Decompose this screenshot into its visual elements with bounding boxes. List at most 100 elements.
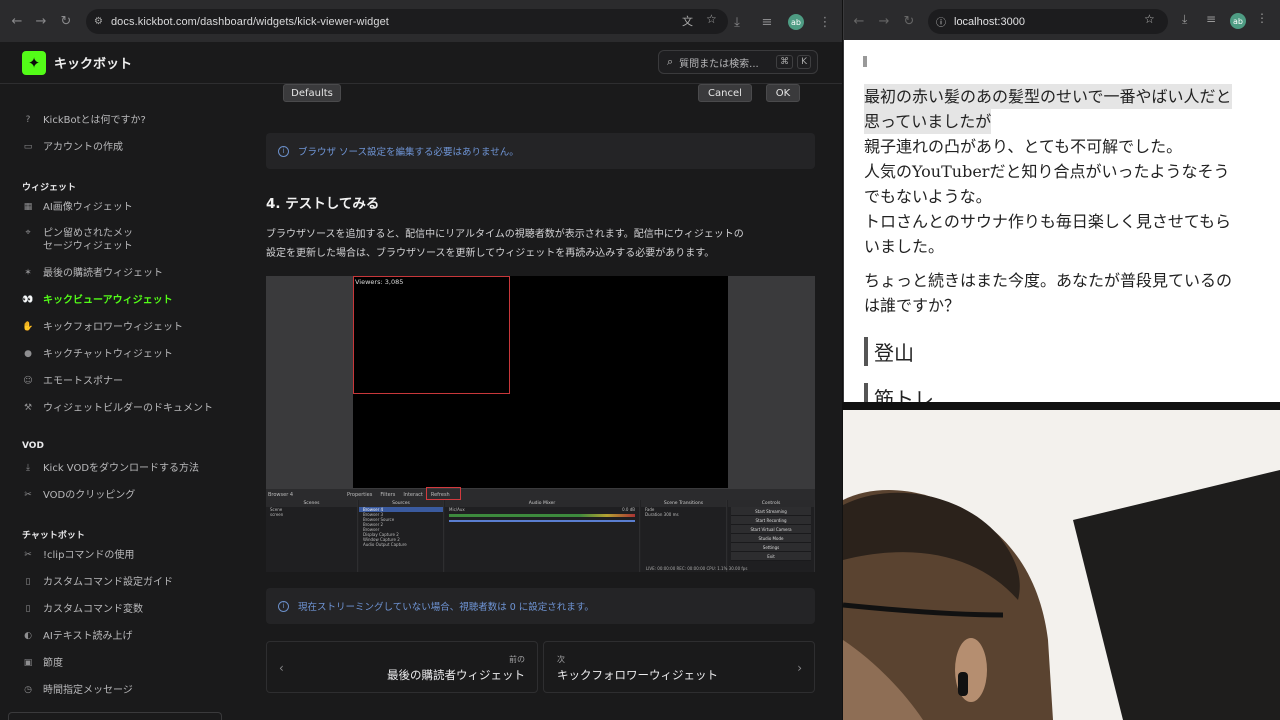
shield-icon: ▣ bbox=[23, 657, 33, 668]
blog-text-line: トロさんとのサウナ作りも毎日楽しく見させてもら bbox=[864, 212, 1232, 231]
previous-page-link[interactable]: ‹ 前の 最後の購読者ウィジェット bbox=[266, 641, 538, 693]
sidebar-item-last-subscriber-widget[interactable]: ✶ 最後の購読者ウィジェット bbox=[22, 267, 163, 280]
obs-screenshot: Viewers: 3,085 Browser 4 Properties Filt… bbox=[266, 276, 815, 572]
sidebar-item-label: ピン留めされたメッ セージウィジェット bbox=[43, 228, 133, 252]
emote-icon: ☺ bbox=[23, 375, 33, 386]
sidebar-item-widget-builder-docs[interactable]: ⚒ ウィジェットビルダーのドキュメント bbox=[22, 402, 213, 415]
refresh-highlight bbox=[426, 487, 461, 500]
site-info-icon[interactable]: ⚙ bbox=[94, 16, 103, 27]
sidebar-item-create-account[interactable]: ▭ アカウントの作成 bbox=[22, 141, 123, 154]
kickbot-logo-icon[interactable]: ✦ bbox=[22, 51, 46, 75]
prev-label: 前の bbox=[509, 655, 525, 664]
bookmark-star-icon[interactable]: ☆ bbox=[706, 12, 717, 26]
defaults-button[interactable]: Defaults bbox=[283, 84, 341, 102]
sidebar-item-label: !clipコマンドの使用 bbox=[43, 550, 135, 561]
obs-controls-dock: Controls Start Streaming Start Recording… bbox=[728, 500, 815, 572]
obs-control-button: Start Streaming bbox=[731, 507, 811, 516]
browser-actions: ⤓ ≡ ab ⋮ bbox=[728, 11, 834, 33]
profile-avatar[interactable]: ab bbox=[1230, 13, 1246, 29]
sidebar-item-kick-follower-widget[interactable]: ✋ キックフォロワーウィジェット bbox=[22, 321, 183, 334]
address-bar[interactable]: ⚙ docs.kickbot.com/dashboard/widgets/kic… bbox=[86, 9, 728, 34]
sidebar-item-timed-messages[interactable]: ◷ 時間指定メッセージ bbox=[22, 684, 133, 697]
pin-icon: ⌖ bbox=[25, 227, 31, 238]
blog-text-line: いました。 bbox=[864, 237, 945, 256]
search-input[interactable]: ⌕ 質問または検索... ⌘ K bbox=[658, 50, 818, 74]
obs-selection-box bbox=[353, 276, 510, 394]
blog-text-line: でもないような。 bbox=[864, 187, 992, 206]
sidebar-item-label: ウィジェットビルダーのドキュメント bbox=[43, 403, 213, 414]
sidebar-item-label: エモートスポナー bbox=[43, 376, 123, 387]
sidebar-item-label: 節度 bbox=[43, 658, 63, 669]
browser-toolbar: ← → ↻ ⚙ docs.kickbot.com/dashboard/widge… bbox=[0, 0, 842, 42]
cmd-key: ⌘ bbox=[776, 55, 794, 69]
chat-icon: ● bbox=[24, 348, 32, 359]
sidebar-item-moderation[interactable]: ▣ 節度 bbox=[22, 657, 63, 670]
obs-dock-title: Scene Transitions bbox=[641, 500, 726, 507]
obs-mixer-track: Mic/Aux 0.0 dB bbox=[449, 507, 635, 512]
sidebar-item-ai-image-widget[interactable]: ▦ AI画像ウィジェット bbox=[22, 201, 133, 214]
address-bar[interactable]: ⓘ localhost:3000 bbox=[928, 9, 1168, 34]
obs-control-button: Settings bbox=[731, 543, 811, 552]
sidebar-item-emote-spawner[interactable]: ☺ エモートスポナー bbox=[22, 375, 123, 388]
translate-icon[interactable]: 文 bbox=[682, 13, 693, 29]
forward-arrow-icon[interactable]: → bbox=[873, 10, 895, 32]
prev-title: 最後の購読者ウィジェット bbox=[387, 668, 525, 682]
build-icon: ⚒ bbox=[23, 402, 33, 413]
forward-arrow-icon[interactable]: → bbox=[30, 10, 52, 32]
sidebar-item-kick-chat-widget[interactable]: ● キックチャットウィジェット bbox=[22, 348, 173, 361]
sidebar-item-pinned-message-widget[interactable]: ⌖ ピン留めされたメッ セージウィジェット bbox=[22, 227, 133, 253]
next-page-link[interactable]: 次 キックフォロワーウィジェット › bbox=[543, 641, 815, 693]
site-info-icon[interactable]: ⓘ bbox=[936, 14, 946, 29]
info-icon: i bbox=[278, 145, 289, 157]
sidebar-item-ai-tts[interactable]: ◐ AIテキスト読み上げ bbox=[22, 630, 133, 643]
reading-list-icon[interactable]: ≡ bbox=[758, 11, 776, 33]
sidebar-item-download-vod[interactable]: ⤓ Kick VODをダウンロードする方法 bbox=[22, 462, 199, 475]
brand-name[interactable]: キックボット bbox=[54, 53, 132, 72]
cut-heading-bar bbox=[863, 56, 867, 67]
download-icon[interactable]: ⤓ bbox=[728, 11, 746, 33]
url-text: docs.kickbot.com/dashboard/widgets/kick-… bbox=[110, 15, 389, 28]
sidebar-item-what-is-kickbot[interactable]: ? KickBotとは何ですか? bbox=[22, 114, 146, 127]
sidebar-item-label: 最後の購読者ウィジェット bbox=[43, 268, 163, 279]
search-icon: ⌕ bbox=[667, 55, 674, 68]
obs-audio-mixer-dock: Audio Mixer Mic/Aux 0.0 dB bbox=[445, 500, 640, 572]
sidebar-item-clip-command[interactable]: ✂ !clipコマンドの使用 bbox=[22, 549, 134, 562]
info-callout: i 現在ストリーミングしていない場合、視聴者数は 0 に設定されます。 bbox=[266, 588, 815, 624]
obs-dock-title: Sources bbox=[359, 500, 443, 507]
next-title: キックフォロワーウィジェット bbox=[557, 668, 718, 682]
sidebar-item-label: AIテキスト読み上げ bbox=[43, 631, 133, 642]
sidebar-item-kick-viewer-widget[interactable]: 👀 キックビューアウィジェット bbox=[22, 294, 172, 307]
download-icon[interactable]: ⤓ bbox=[1182, 12, 1187, 27]
reload-icon[interactable]: ↻ bbox=[898, 10, 920, 32]
blog-text-line: 思っていましたが bbox=[864, 109, 992, 134]
doc-icon: ▯ bbox=[25, 576, 31, 587]
bookmark-star-icon[interactable]: ☆ bbox=[1144, 12, 1155, 26]
clock-icon: ◷ bbox=[24, 684, 32, 695]
obs-control-button: Exit bbox=[731, 552, 811, 561]
back-arrow-icon[interactable]: ← bbox=[6, 10, 28, 32]
reading-list-icon[interactable]: ≡ bbox=[1206, 12, 1216, 26]
speaker-icon: ◐ bbox=[24, 630, 32, 641]
obs-control-button: Start Virtual Camera bbox=[731, 525, 811, 534]
star-icon: ✶ bbox=[24, 267, 32, 278]
profile-avatar[interactable]: ab bbox=[788, 14, 804, 30]
reload-icon[interactable]: ↻ bbox=[55, 10, 77, 32]
blog-text-line: 最初の赤い髪のあの髪型のせいで一番やばい人だと bbox=[864, 84, 1232, 109]
sidebar-item-vod-clipping[interactable]: ✂ VODのクリッピング bbox=[22, 489, 135, 502]
cancel-button[interactable]: Cancel bbox=[698, 84, 752, 102]
menu-kebab-icon[interactable]: ⋮ bbox=[816, 11, 834, 33]
blog-text-line: ちょっと続きはまた今度。あなたが普段見ているの bbox=[864, 271, 1233, 290]
sidebar-item-label: Kick VODをダウンロードする方法 bbox=[43, 463, 200, 474]
ok-button[interactable]: OK bbox=[766, 84, 800, 102]
obs-properties: Properties bbox=[347, 491, 373, 498]
sidebar-item-custom-command-variables[interactable]: ▯ カスタムコマンド変数 bbox=[22, 603, 143, 616]
webcam-person-image bbox=[843, 410, 1280, 720]
section-paragraph: ブラウザソースを追加すると、配信中にリアルタイムの視聴者数が表示されます。配信中… bbox=[266, 229, 744, 259]
menu-kebab-icon[interactable]: ⋮ bbox=[1256, 11, 1268, 25]
sidebar-item-custom-command-guide[interactable]: ▯ カスタムコマンド設定ガイド bbox=[22, 576, 173, 589]
obs-duration: Duration 300 ms bbox=[645, 512, 679, 517]
search-shortcut: ⌘ K bbox=[776, 55, 811, 69]
url-text: localhost:3000 bbox=[954, 15, 1025, 28]
obs-source-toolbar: Browser 4 Properties Filters Interact Re… bbox=[266, 489, 815, 500]
back-arrow-icon[interactable]: ← bbox=[848, 10, 870, 32]
